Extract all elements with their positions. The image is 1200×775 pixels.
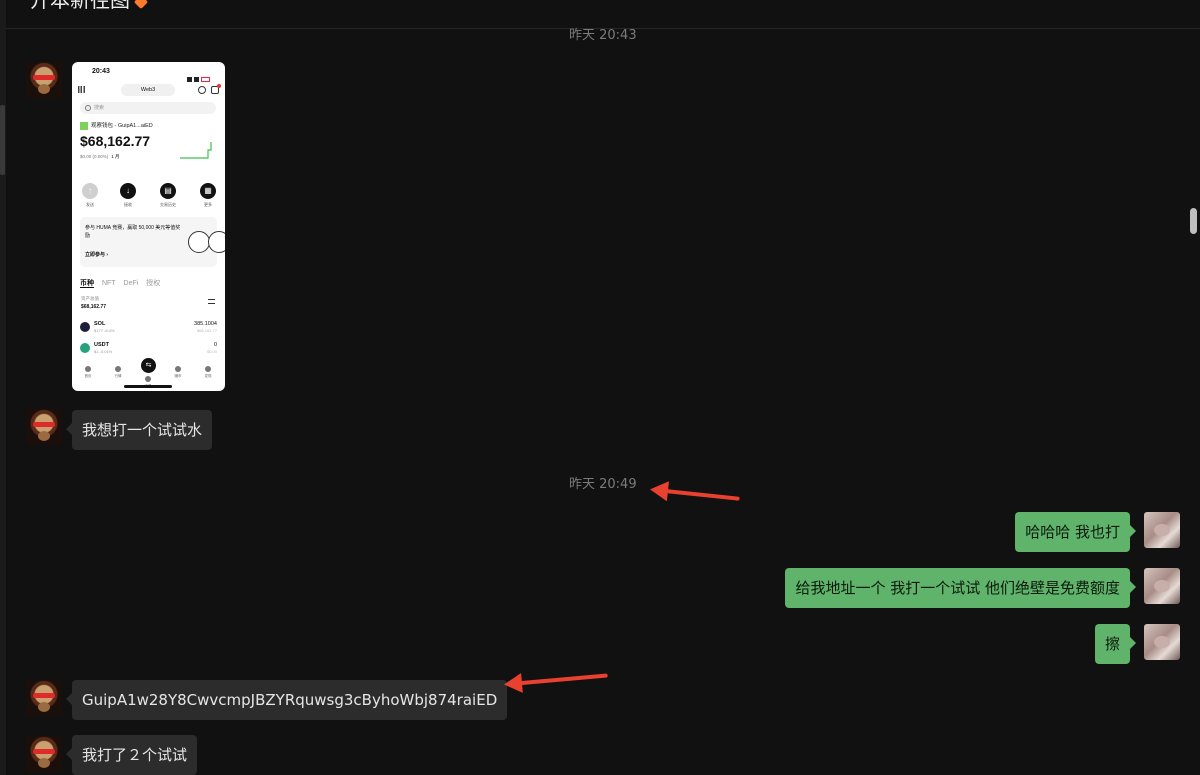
message-bubble-incoming[interactable]: GuipA1w28Y8CwvcmpJBZYRquwsg3cByhoWbj874r… bbox=[65, 680, 508, 720]
total-label: 资产总值 bbox=[81, 296, 99, 301]
nav-market-icon: 行情 bbox=[108, 366, 128, 379]
swap-icon: ⇆ bbox=[141, 358, 156, 373]
wallet-icon bbox=[80, 121, 88, 130]
more-icon: ▦ bbox=[200, 183, 216, 199]
globe-icon bbox=[198, 86, 206, 94]
action-label: 发送 bbox=[86, 202, 94, 207]
left-scroll-thumb[interactable] bbox=[0, 105, 5, 175]
apps-grid-icon bbox=[78, 86, 85, 93]
nav-earn-icon: 赚币 bbox=[168, 366, 188, 379]
my-avatar[interactable] bbox=[1144, 512, 1180, 548]
timestamp: 昨天 20:43 bbox=[569, 28, 637, 43]
nav-home-icon: 首页 bbox=[78, 366, 98, 379]
token-row: USDT $1 -0.01% 0 $0.00 bbox=[80, 341, 217, 357]
sol-coin-icon bbox=[80, 322, 90, 332]
huma-logo-icon bbox=[208, 231, 225, 253]
token-name: SOL bbox=[94, 321, 106, 327]
message-bubble-outgoing[interactable]: 给我地址一个 我打一个试试 他们绝壁是免费额度 bbox=[785, 568, 1136, 608]
contact-avatar[interactable] bbox=[26, 680, 62, 716]
promo-banner: 参与 HUMA 竞赛，赢取 50,000 美元等值奖励 立即参与 › bbox=[80, 217, 225, 267]
tab-approvals: 授权 bbox=[146, 280, 161, 287]
message-bubble-outgoing[interactable]: 哈哈哈 我也打 bbox=[1015, 512, 1136, 552]
asset-tabs: 币种 NFT DeFi 授权 bbox=[80, 278, 166, 288]
huma-logo-icon bbox=[188, 231, 210, 253]
action-label: 更多 bbox=[204, 202, 212, 207]
tab-nft: NFT bbox=[101, 280, 116, 287]
tab-defi: DeFi bbox=[123, 280, 139, 287]
annotation-arrow bbox=[655, 488, 740, 501]
total-value: $68,162.77 bbox=[81, 304, 107, 310]
wallet-name-row: 观察钱包 - GuipA1...aiED bbox=[80, 121, 153, 130]
promo-text: 参与 HUMA 竞赛，赢取 50,000 美元等值奖励 bbox=[85, 225, 181, 239]
timestamp: 昨天 20:49 bbox=[569, 477, 637, 492]
contact-avatar[interactable] bbox=[26, 736, 62, 772]
message-bubble-incoming[interactable]: 我打了２个试试 bbox=[65, 735, 198, 775]
token-name: USDT bbox=[94, 342, 109, 348]
fire-icon bbox=[133, 0, 149, 10]
token-amount: 0 bbox=[213, 342, 217, 348]
history-icon: ▤ bbox=[160, 183, 176, 199]
contact-avatar[interactable] bbox=[26, 62, 62, 98]
wallet-balance: $68,162.77 bbox=[80, 133, 151, 149]
usdt-coin-icon bbox=[80, 343, 90, 353]
action-label: 交易历史 bbox=[160, 202, 176, 207]
token-value: $0.00 bbox=[206, 349, 217, 354]
my-avatar[interactable] bbox=[1144, 568, 1180, 604]
token-price: $177 -8.4% bbox=[94, 328, 115, 333]
phone-status-icons bbox=[185, 69, 211, 82]
token-price: $1 -0.01% bbox=[94, 349, 113, 354]
annotation-arrow bbox=[509, 673, 608, 686]
shared-image-wallet-screenshot[interactable]: 20:43 Web3 搜索 观察钱包 - GuipA1...aiED $68,1… bbox=[72, 62, 225, 391]
action-label: 接收 bbox=[124, 202, 132, 207]
network-selector: Web3 bbox=[121, 84, 175, 96]
filter-icon bbox=[208, 299, 215, 304]
token-value: $68,162.77 bbox=[196, 328, 217, 333]
left-panel-edge bbox=[0, 0, 6, 775]
token-amount: 385.1004 bbox=[194, 321, 217, 327]
token-row: SOL $177 -8.4% 385.1004 $68,162.77 bbox=[80, 320, 217, 336]
message-bubble-incoming[interactable]: 我想打一个试试水 bbox=[65, 410, 213, 450]
nav-discover-icon: 发现 bbox=[198, 366, 218, 379]
message-bubble-outgoing[interactable]: 擦 bbox=[1094, 624, 1137, 664]
send-icon: ↑ bbox=[82, 183, 98, 199]
notification-icon bbox=[211, 84, 221, 94]
promo-cta: 立即参与 › bbox=[85, 252, 109, 258]
chat-scrollbar[interactable] bbox=[1190, 208, 1197, 234]
chat-title: 开本新径图 bbox=[30, 0, 149, 13]
contact-avatar[interactable] bbox=[26, 409, 62, 445]
phone-search-bar: 搜索 bbox=[80, 102, 216, 114]
tab-tokens: 币种 bbox=[80, 280, 94, 288]
phone-status-time: 20:43 bbox=[92, 68, 110, 75]
home-indicator bbox=[124, 385, 172, 388]
balance-change: $0.00 (0.00%) 1 月 bbox=[80, 154, 120, 159]
my-avatar[interactable] bbox=[1144, 624, 1180, 660]
receive-icon: ↓ bbox=[120, 183, 136, 199]
balance-sparkline bbox=[180, 142, 212, 159]
